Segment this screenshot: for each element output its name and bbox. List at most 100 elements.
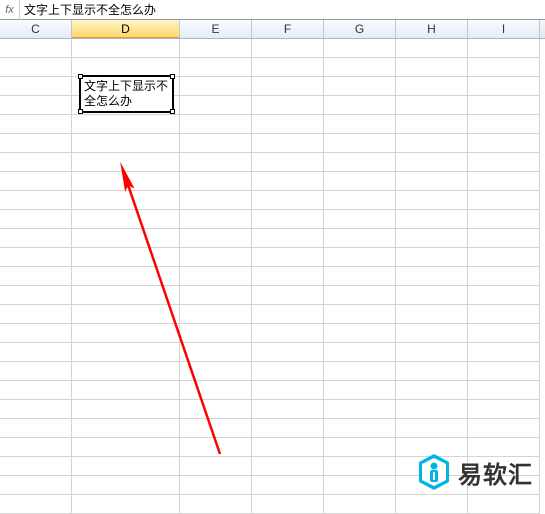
cell[interactable] (252, 305, 324, 324)
cell[interactable] (180, 362, 252, 381)
cell[interactable] (468, 210, 540, 229)
cell[interactable] (396, 381, 468, 400)
cell[interactable] (0, 153, 72, 172)
cell[interactable] (0, 58, 72, 77)
cell[interactable] (252, 457, 324, 476)
cell[interactable] (324, 134, 396, 153)
cell[interactable] (72, 495, 180, 514)
cell[interactable] (0, 476, 72, 495)
cell[interactable] (0, 96, 72, 115)
resize-handle[interactable] (78, 109, 83, 114)
column-header-D[interactable]: D (72, 20, 180, 38)
cell[interactable] (252, 267, 324, 286)
cell[interactable] (468, 248, 540, 267)
cell[interactable] (0, 419, 72, 438)
cell[interactable] (72, 229, 180, 248)
column-header-F[interactable]: F (252, 20, 324, 38)
cell[interactable] (468, 191, 540, 210)
cell[interactable] (324, 495, 396, 514)
cell[interactable] (0, 438, 72, 457)
cell[interactable] (180, 58, 252, 77)
cell[interactable] (180, 39, 252, 58)
cell[interactable] (324, 324, 396, 343)
cell[interactable] (324, 229, 396, 248)
cell[interactable] (396, 305, 468, 324)
cell[interactable] (468, 77, 540, 96)
cell[interactable] (396, 286, 468, 305)
cell[interactable] (0, 210, 72, 229)
cell[interactable] (180, 286, 252, 305)
cell[interactable] (396, 191, 468, 210)
cell[interactable] (324, 96, 396, 115)
cell[interactable] (468, 58, 540, 77)
cell[interactable] (252, 286, 324, 305)
cell[interactable] (396, 362, 468, 381)
cell[interactable] (72, 400, 180, 419)
cell[interactable] (0, 343, 72, 362)
cell[interactable] (468, 172, 540, 191)
column-header-G[interactable]: G (324, 20, 396, 38)
cell[interactable] (396, 210, 468, 229)
cell[interactable] (180, 400, 252, 419)
cell[interactable] (0, 305, 72, 324)
cell[interactable] (252, 210, 324, 229)
cell[interactable] (252, 419, 324, 438)
cell[interactable] (324, 191, 396, 210)
cell[interactable] (180, 324, 252, 343)
cell[interactable] (396, 419, 468, 438)
cell[interactable] (180, 229, 252, 248)
cell[interactable] (72, 438, 180, 457)
cell[interactable] (180, 476, 252, 495)
cell[interactable] (324, 267, 396, 286)
cell[interactable] (180, 153, 252, 172)
cell[interactable] (324, 343, 396, 362)
cell[interactable] (252, 77, 324, 96)
cell[interactable] (72, 172, 180, 191)
formula-input[interactable] (20, 0, 545, 19)
cell[interactable] (72, 419, 180, 438)
cell[interactable] (0, 229, 72, 248)
cell[interactable] (468, 305, 540, 324)
cell[interactable] (72, 134, 180, 153)
grid[interactable]: 文字上下显示不全怎么办 (0, 39, 545, 514)
cell[interactable] (324, 438, 396, 457)
cell[interactable] (252, 134, 324, 153)
cell[interactable] (72, 248, 180, 267)
cell[interactable] (0, 134, 72, 153)
cell[interactable] (180, 77, 252, 96)
column-header-C[interactable]: C (0, 20, 72, 38)
cell[interactable] (252, 495, 324, 514)
cell[interactable] (180, 457, 252, 476)
cell[interactable] (324, 457, 396, 476)
cell[interactable] (468, 153, 540, 172)
cell[interactable] (72, 267, 180, 286)
cell[interactable] (468, 495, 540, 514)
cell[interactable] (252, 58, 324, 77)
cell[interactable] (0, 286, 72, 305)
cell[interactable] (324, 153, 396, 172)
cell[interactable] (180, 134, 252, 153)
cell[interactable] (180, 96, 252, 115)
cell[interactable] (180, 267, 252, 286)
cell[interactable] (0, 324, 72, 343)
cell[interactable] (252, 381, 324, 400)
cell[interactable] (252, 400, 324, 419)
editing-cell-textbox[interactable]: 文字上下显示不全怎么办 (79, 75, 174, 113)
cell[interactable] (396, 324, 468, 343)
cell[interactable] (324, 381, 396, 400)
cell[interactable] (252, 115, 324, 134)
column-header-E[interactable]: E (180, 20, 252, 38)
cell[interactable] (72, 476, 180, 495)
cell[interactable] (396, 96, 468, 115)
cell[interactable] (0, 115, 72, 134)
cell[interactable] (324, 419, 396, 438)
cell[interactable] (396, 495, 468, 514)
cell[interactable] (72, 362, 180, 381)
cell[interactable] (324, 115, 396, 134)
cell[interactable] (468, 96, 540, 115)
column-header-I[interactable]: I (468, 20, 540, 38)
cell[interactable] (468, 134, 540, 153)
cell[interactable] (180, 248, 252, 267)
cell[interactable] (468, 381, 540, 400)
cell[interactable] (72, 153, 180, 172)
